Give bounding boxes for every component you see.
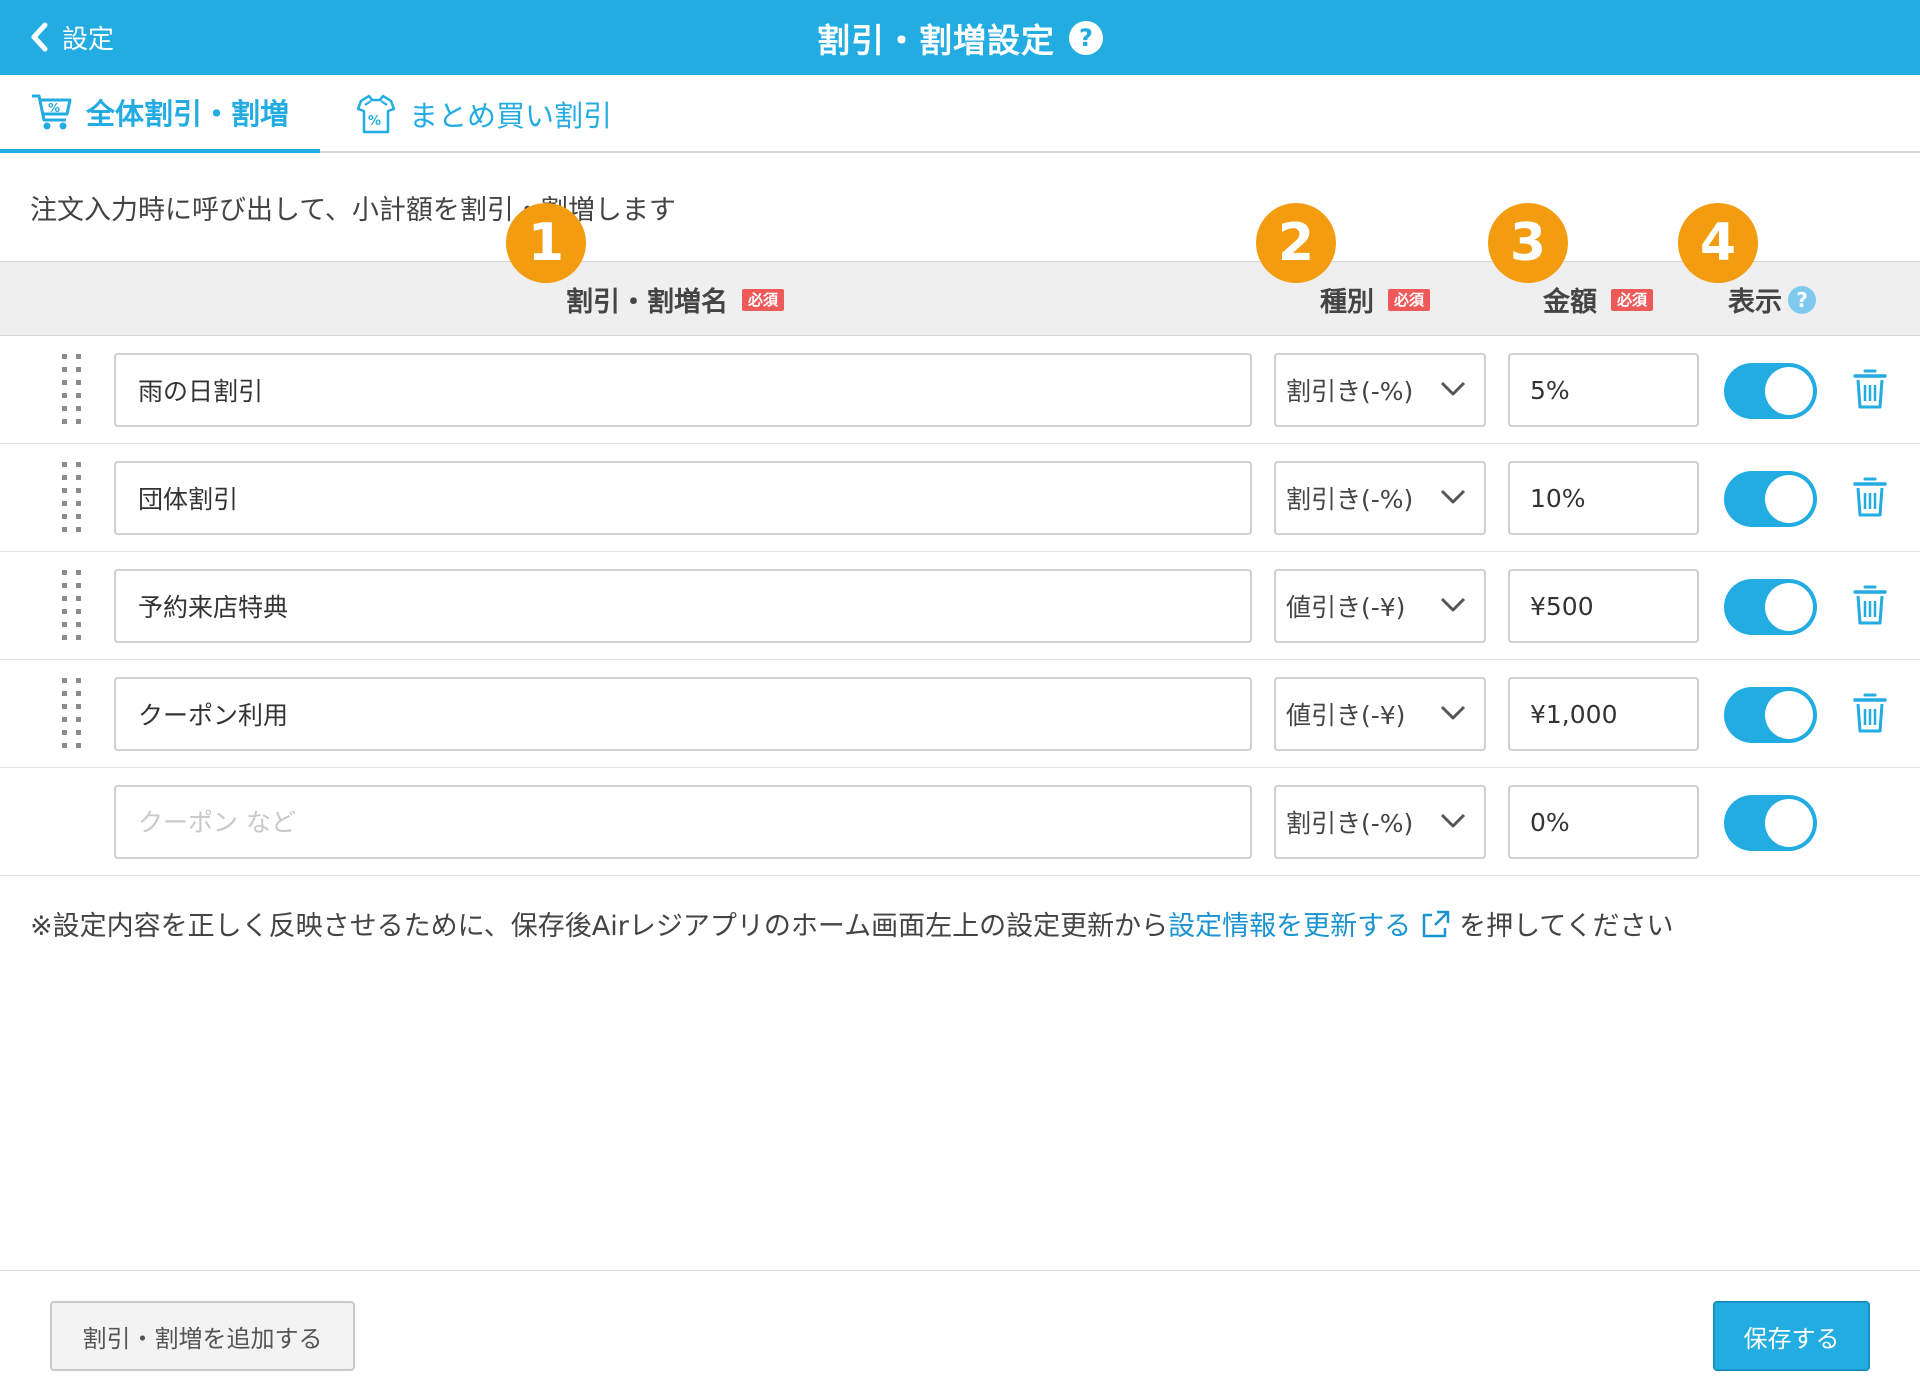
discount-amount-input[interactable]: [1508, 461, 1699, 535]
drag-handle-icon[interactable]: [62, 678, 84, 750]
table-row: 値引き(-¥): [0, 660, 1920, 768]
discount-amount-input[interactable]: [1508, 785, 1699, 859]
column-type-label: 種別: [1320, 287, 1374, 318]
discount-amount-input[interactable]: [1508, 569, 1699, 643]
help-icon[interactable]: ?: [1788, 285, 1816, 314]
trash-icon[interactable]: [1852, 368, 1888, 410]
required-badge: 必須: [1611, 288, 1654, 311]
discount-amount-input[interactable]: [1508, 677, 1699, 751]
discount-type-value: 値引き(-¥): [1286, 701, 1406, 730]
trash-icon[interactable]: [1852, 476, 1888, 518]
external-link-icon[interactable]: [1421, 909, 1451, 939]
number-badge-4: 4: [1678, 203, 1758, 283]
chevron-down-icon: [1440, 705, 1466, 720]
toggle-knob: [1765, 367, 1813, 415]
discount-name-input[interactable]: [114, 677, 1252, 751]
discount-type-select[interactable]: 割引き(-%): [1274, 461, 1486, 535]
display-toggle[interactable]: [1724, 579, 1817, 635]
display-toggle[interactable]: [1724, 687, 1817, 743]
discount-type-value: 割引き(-%): [1286, 809, 1414, 838]
number-badge-1: 1: [506, 203, 586, 283]
tab-bulk-discount-label: まとめ買い割引: [409, 99, 613, 133]
display-toggle[interactable]: [1724, 471, 1817, 527]
chevron-left-icon: [31, 22, 48, 52]
back-label: 設定: [62, 24, 115, 55]
discount-name-input[interactable]: [114, 785, 1252, 859]
tab-overall-discount-label: 全体割引・割増: [86, 97, 290, 131]
help-icon[interactable]: ?: [1069, 20, 1103, 55]
tab-bulk-discount[interactable]: % まとめ買い割引: [355, 75, 612, 153]
trash-icon[interactable]: [1852, 692, 1888, 734]
discount-type-select[interactable]: 割引き(-%): [1274, 353, 1486, 427]
header-title-group: 割引・割増設定 ?: [0, 0, 1920, 75]
display-toggle[interactable]: [1724, 795, 1817, 851]
discount-type-select[interactable]: 値引き(-¥): [1274, 677, 1486, 751]
table-row: 値引き(-¥): [0, 552, 1920, 660]
column-header-type: 種別 必須: [1320, 262, 1431, 337]
column-display-label: 表示: [1728, 287, 1782, 318]
table-row-new: 割引き(-%): [0, 768, 1920, 876]
chevron-down-icon: [1440, 597, 1466, 612]
chevron-down-icon: [1440, 381, 1466, 396]
page-title: 割引・割増設定: [817, 20, 1055, 60]
discount-name-input[interactable]: [114, 353, 1252, 427]
update-note: ※設定内容を正しく反映させるために、保存後Airレジアプリのホーム画面左上の設定…: [30, 904, 1673, 943]
column-header-amount: 金額 必須: [1543, 262, 1654, 337]
back-button[interactable]: 設定: [30, 12, 114, 62]
trash-icon[interactable]: [1852, 584, 1888, 626]
app-header: 設定 割引・割増設定 ?: [0, 0, 1920, 75]
column-amount-label: 金額: [1543, 287, 1597, 318]
toggle-knob: [1765, 583, 1813, 631]
note-text-before: ※設定内容を正しく反映させるために、保存後Airレジアプリのホーム画面左上の設定…: [30, 911, 1169, 942]
drag-handle-icon[interactable]: [62, 462, 84, 534]
discount-type-value: 値引き(-¥): [1286, 593, 1406, 622]
toggle-knob: [1765, 799, 1813, 847]
discount-type-value: 割引き(-%): [1286, 377, 1414, 406]
tab-bar: % 全体割引・割増 % まとめ買い割引: [0, 75, 1920, 153]
toggle-knob: [1765, 691, 1813, 739]
required-badge: 必須: [1388, 288, 1431, 311]
number-badge-2: 2: [1256, 203, 1336, 283]
chevron-down-icon: [1440, 489, 1466, 504]
save-button[interactable]: 保存する: [1713, 1301, 1870, 1371]
note-text-after: を押してください: [1459, 911, 1674, 942]
toggle-knob: [1765, 475, 1813, 523]
svg-text:%: %: [48, 101, 60, 115]
table-header: 割引・割増名 必須 種別 必須 金額 必須 表示 ?: [0, 261, 1920, 336]
shirts-percent-icon: %: [356, 94, 396, 134]
table-row: 割引き(-%): [0, 444, 1920, 552]
table-row: 割引き(-%): [0, 336, 1920, 444]
drag-handle-icon[interactable]: [62, 354, 84, 426]
footer-bar: 割引・割増を追加する 保存する: [0, 1270, 1920, 1400]
svg-text:%: %: [368, 114, 381, 129]
required-badge: 必須: [742, 288, 785, 311]
discount-settings-page: 設定 割引・割増設定 ? % 全体割引・割増 % まとめ買い割引 注文入力時に呼…: [0, 0, 1920, 1400]
discount-type-select[interactable]: 値引き(-¥): [1274, 569, 1486, 643]
chevron-down-icon: [1440, 813, 1466, 828]
discount-amount-input[interactable]: [1508, 353, 1699, 427]
add-discount-button[interactable]: 割引・割増を追加する: [50, 1301, 355, 1371]
discount-name-input[interactable]: [114, 461, 1252, 535]
update-settings-link[interactable]: 設定情報を更新する: [1168, 904, 1411, 943]
cart-percent-icon: %: [32, 94, 72, 130]
tab-overall-discount[interactable]: % 全体割引・割増: [0, 75, 320, 153]
discount-name-input[interactable]: [114, 569, 1252, 643]
display-toggle[interactable]: [1724, 363, 1817, 419]
column-name-label: 割引・割増名: [566, 287, 728, 318]
discount-type-select[interactable]: 割引き(-%): [1274, 785, 1486, 859]
drag-handle-icon[interactable]: [62, 570, 84, 642]
number-badge-3: 3: [1488, 203, 1568, 283]
column-header-name: 割引・割増名 必須: [566, 262, 785, 337]
discount-type-value: 割引き(-%): [1286, 485, 1414, 514]
